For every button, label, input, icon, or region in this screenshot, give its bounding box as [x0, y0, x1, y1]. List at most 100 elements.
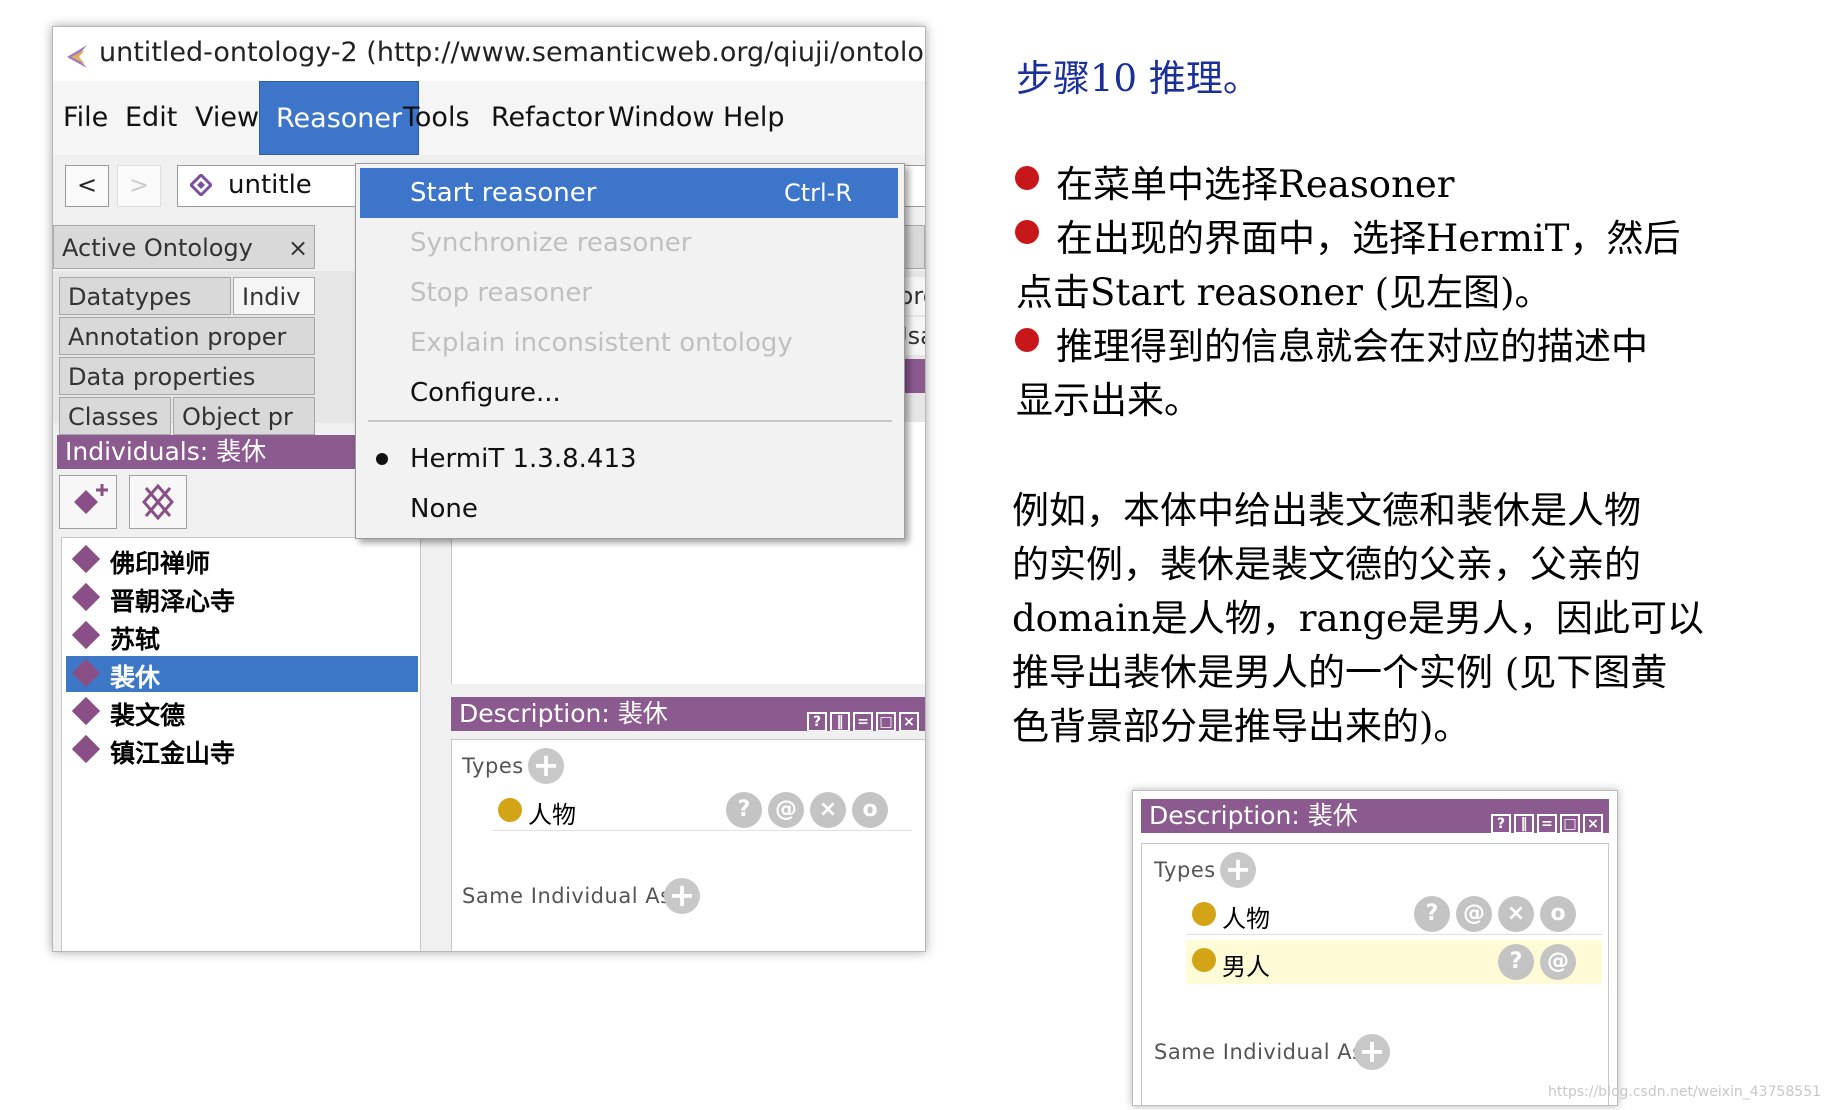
- list-item-label: 镇江金山寺: [110, 739, 236, 768]
- menu-edit[interactable]: Edit: [125, 81, 177, 155]
- class-dot-icon: [1192, 902, 1216, 926]
- menu-view[interactable]: View: [195, 81, 259, 155]
- type-name: 男人: [1222, 953, 1270, 981]
- split-vertical-icon[interactable]: ‖: [830, 712, 850, 731]
- menu-reasoner[interactable]: Reasoner: [259, 81, 420, 155]
- menu-bar: File Edit View Reasoner Tools Refactor W…: [53, 81, 925, 156]
- help-icon[interactable]: ?: [1414, 896, 1450, 932]
- edit-icon[interactable]: o: [1540, 896, 1576, 932]
- individual-diamond-icon: [71, 696, 101, 726]
- edit-icon[interactable]: o: [852, 792, 888, 828]
- tab-active-ontology-label: Active Ontology: [62, 234, 253, 262]
- list-item[interactable]: 苏轼: [66, 618, 418, 654]
- add-type-plus-icon[interactable]: +: [528, 748, 564, 784]
- delete-individual-button[interactable]: [129, 475, 187, 529]
- individual-diamond-icon: [71, 658, 101, 688]
- add-type-plus-icon[interactable]: +: [1220, 852, 1256, 888]
- individuals-panel-header: Individuals: 裴休: [57, 435, 357, 469]
- delete-individual-icon: [142, 483, 174, 521]
- help-icon[interactable]: ?: [807, 712, 827, 731]
- protege-logo-icon: [67, 45, 87, 68]
- tab-datatypes[interactable]: Datatypes: [59, 277, 231, 315]
- bullet-icon: [1015, 220, 1039, 244]
- bullet-text-2a: 在出现的界面中，选择HermiT，然后: [1056, 217, 1681, 260]
- same-individual-label: Same Individual As: [1154, 1040, 1364, 1064]
- tab-individuals[interactable]: Indiv: [233, 277, 315, 315]
- paragraph-line-3: domain是人物，range是男人，因此可以: [1012, 597, 1704, 640]
- description-panel-header: Description: 裴休 ? ‖ = □ ×: [451, 697, 925, 731]
- menu-tools[interactable]: Tools: [403, 81, 470, 155]
- bullet-text-3b: 显示出来。: [1016, 379, 1201, 422]
- menu-window[interactable]: Window: [608, 81, 714, 155]
- individual-diamond-icon: [71, 734, 101, 764]
- maximize-icon[interactable]: □: [1560, 814, 1580, 833]
- close-icon[interactable]: ×: [1583, 814, 1603, 833]
- individuals-list: 佛印禅师 晋朝泽心寺 苏轼 裴休 裴文德 镇江金山寺: [61, 537, 421, 951]
- list-item[interactable]: 晋朝泽心寺: [66, 580, 418, 616]
- menu-item-hermit[interactable]: HermiT 1.3.8.413: [356, 434, 904, 484]
- bullet-text-3a: 推理得到的信息就会在对应的描述中: [1056, 325, 1648, 368]
- menu-help[interactable]: Help: [723, 81, 785, 155]
- menu-refactor[interactable]: Refactor: [491, 81, 604, 155]
- paragraph-line-2: 的实例，裴休是裴文德的父亲，父亲的: [1012, 543, 1641, 586]
- type-row[interactable]: 人物 ? @ × o: [492, 790, 912, 831]
- protege-window: untitled-ontology-2 (http://www.semantic…: [52, 26, 926, 952]
- back-button[interactable]: <: [65, 165, 109, 207]
- split-horizontal-icon[interactable]: =: [853, 712, 873, 731]
- remove-icon[interactable]: ×: [810, 792, 846, 828]
- type-row[interactable]: 人物 ? @ × o: [1186, 894, 1602, 935]
- maximize-icon[interactable]: □: [876, 712, 896, 731]
- annotate-icon[interactable]: @: [768, 792, 804, 828]
- add-same-individual-plus-icon[interactable]: +: [664, 878, 700, 914]
- window-title: untitled-ontology-2 (http://www.semantic…: [99, 37, 926, 68]
- class-dot-icon: [1192, 948, 1216, 972]
- add-individual-button[interactable]: [59, 475, 117, 529]
- description-title: Description: 裴休: [1149, 801, 1358, 830]
- tab-data-properties[interactable]: Data properties: [59, 357, 315, 395]
- reasoner-dropdown-menu: Start reasoner Ctrl-R Synchronize reason…: [355, 163, 905, 539]
- menu-item-none[interactable]: None: [356, 484, 904, 534]
- menu-file[interactable]: File: [63, 81, 108, 155]
- annotate-icon[interactable]: @: [1540, 944, 1576, 980]
- close-icon[interactable]: ×: [288, 226, 308, 268]
- individual-diamond-icon: [71, 582, 101, 612]
- step-heading: 步骤10 推理。: [1016, 57, 1260, 100]
- remove-icon[interactable]: ×: [1498, 896, 1534, 932]
- list-item[interactable]: 镇江金山寺: [66, 732, 418, 768]
- panel-window-buttons: ? ‖ = □ ×: [1488, 803, 1603, 833]
- menu-item-synchronize-reasoner: Synchronize reasoner: [410, 228, 692, 258]
- split-vertical-icon[interactable]: ‖: [1514, 814, 1534, 833]
- individual-diamond-icon: [71, 544, 101, 574]
- close-icon[interactable]: ×: [899, 712, 919, 731]
- list-item-selected[interactable]: 裴休: [66, 656, 418, 692]
- class-dot-icon: [498, 798, 522, 822]
- tab-active-ontology[interactable]: Active Ontology ×: [53, 225, 315, 269]
- inferred-type-row[interactable]: 男人 ? @: [1186, 940, 1602, 984]
- list-item[interactable]: 裴文德: [66, 694, 418, 730]
- tab-classes[interactable]: Classes: [59, 397, 171, 435]
- help-icon[interactable]: ?: [726, 792, 762, 828]
- title-bar: untitled-ontology-2 (http://www.semantic…: [53, 27, 925, 85]
- help-icon[interactable]: ?: [1491, 814, 1511, 833]
- help-icon[interactable]: ?: [1498, 944, 1534, 980]
- description-panel: Types + 人物 ? @ × o 男人 ? @ Same Individua…: [1141, 843, 1609, 1105]
- bullet-icon: [1015, 166, 1039, 190]
- forward-button[interactable]: >: [117, 165, 161, 207]
- types-label: Types: [462, 754, 524, 778]
- add-individual-icon: [74, 484, 108, 514]
- add-same-individual-plus-icon[interactable]: +: [1354, 1034, 1390, 1070]
- tab-annotation-properties[interactable]: Annotation proper: [59, 317, 315, 355]
- annotate-icon[interactable]: @: [1456, 896, 1492, 932]
- list-item[interactable]: 佛印禅师: [66, 542, 418, 578]
- panel-window-buttons: ? ‖ = □ ×: [804, 701, 919, 731]
- types-label: Types: [1154, 858, 1216, 882]
- menu-item-configure[interactable]: Configure...: [356, 368, 904, 418]
- menu-item-start-reasoner[interactable]: Start reasoner Ctrl-R: [360, 168, 898, 218]
- tab-object-properties[interactable]: Object pr: [173, 397, 315, 435]
- menu-item-label: Start reasoner: [410, 178, 597, 208]
- individual-diamond-icon: [71, 620, 101, 650]
- ontology-name: untitle: [228, 170, 312, 200]
- split-horizontal-icon[interactable]: =: [1537, 814, 1557, 833]
- menu-item-shortcut: Ctrl-R: [783, 179, 852, 207]
- description-title: Description: 裴休: [459, 699, 668, 728]
